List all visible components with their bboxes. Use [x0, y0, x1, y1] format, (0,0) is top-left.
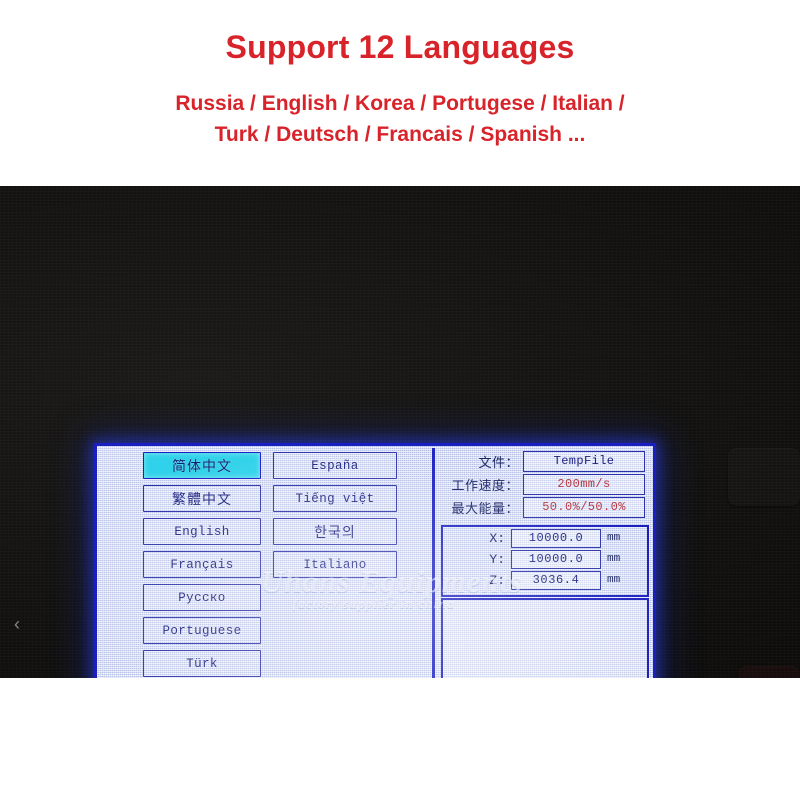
axis-unit-z: mm [607, 574, 621, 586]
axis-value-y[interactable]: 10000.0 [511, 549, 601, 569]
language-button-korean[interactable]: 한국의 [273, 518, 397, 545]
language-button-francais[interactable]: Français [143, 551, 261, 578]
power-value[interactable]: 50.0%/50.0% [523, 496, 645, 518]
file-value[interactable]: TempFile [523, 450, 645, 472]
language-button-english[interactable]: English [143, 518, 261, 545]
language-button-vietnamese[interactable]: Tiếng việt [273, 485, 397, 512]
language-column-right: España Tiếng việt 한국의 Italiano [273, 452, 397, 584]
axis-row-x: X: 10000.0 mm [443, 528, 647, 548]
page-title: Support 12 Languages [225, 29, 575, 65]
panel-divider [432, 448, 435, 678]
power-label: 最大能量： [451, 501, 519, 517]
bezel-button-middle[interactable] [738, 666, 800, 678]
language-selection-area: 简体中文 繁體中文 English Français Русско Portug… [101, 448, 433, 678]
axis-label-z: Z: [489, 572, 505, 588]
machine-photo: E3 ‹ 简体中文 繁體中文 English Français Русско P… [0, 186, 800, 678]
axis-label-y: Y: [489, 551, 505, 567]
lcd-screen: 简体中文 繁體中文 English Français Русско Portug… [94, 443, 656, 678]
promo-header: Support 12 Languages Russia / English / … [0, 0, 800, 186]
language-column-left: 简体中文 繁體中文 English Français Русско Portug… [143, 452, 261, 678]
language-list-subtitle: Russia / English / Korea / Portugese / I… [175, 89, 624, 150]
language-button-simplified-chinese[interactable]: 简体中文 [143, 452, 261, 479]
axis-unit-y: mm [607, 553, 621, 565]
axis-value-x[interactable]: 10000.0 [511, 528, 601, 548]
axis-value-z[interactable]: 3036.4 [511, 570, 601, 590]
language-button-portuguese[interactable]: Portuguese [143, 617, 261, 644]
speed-label: 工作速度： [451, 478, 519, 494]
speed-row: 工作速度： 200mm/s [441, 473, 645, 495]
page-root: Support 12 Languages Russia / English / … [0, 0, 800, 800]
file-label: 文件： [478, 455, 519, 471]
bezel-button-top[interactable] [728, 448, 800, 506]
power-row: 最大能量： 50.0%/50.0% [441, 496, 645, 518]
language-button-italiano[interactable]: Italiano [273, 551, 397, 578]
speed-value[interactable]: 200mm/s [523, 473, 645, 495]
language-button-espana[interactable]: España [273, 452, 397, 479]
axis-unit-x: mm [607, 532, 621, 544]
axis-coordinates-panel: X: 10000.0 mm Y: 10000.0 mm Z: 3036.4 mm [441, 525, 649, 597]
carousel-prev-icon[interactable]: ‹ [6, 611, 28, 637]
file-row: 文件： TempFile [441, 450, 645, 472]
subtitle-line-2: Turk / Deutsch / Francais / Spanish ... [214, 122, 586, 146]
subtitle-line-1: Russia / English / Korea / Portugese / I… [175, 92, 625, 116]
job-info-panel: 文件： TempFile 工作速度： 200mm/s 最大能量： 50.0%/5… [441, 450, 645, 519]
language-button-turk[interactable]: Türk [143, 650, 261, 677]
axis-label-x: X: [489, 530, 505, 546]
job-preview-panel[interactable] [441, 598, 649, 678]
axis-row-y: Y: 10000.0 mm [443, 549, 647, 569]
language-button-traditional-chinese[interactable]: 繁體中文 [143, 485, 261, 512]
language-button-russian[interactable]: Русско [143, 584, 261, 611]
axis-row-z: Z: 3036.4 mm [443, 570, 647, 590]
